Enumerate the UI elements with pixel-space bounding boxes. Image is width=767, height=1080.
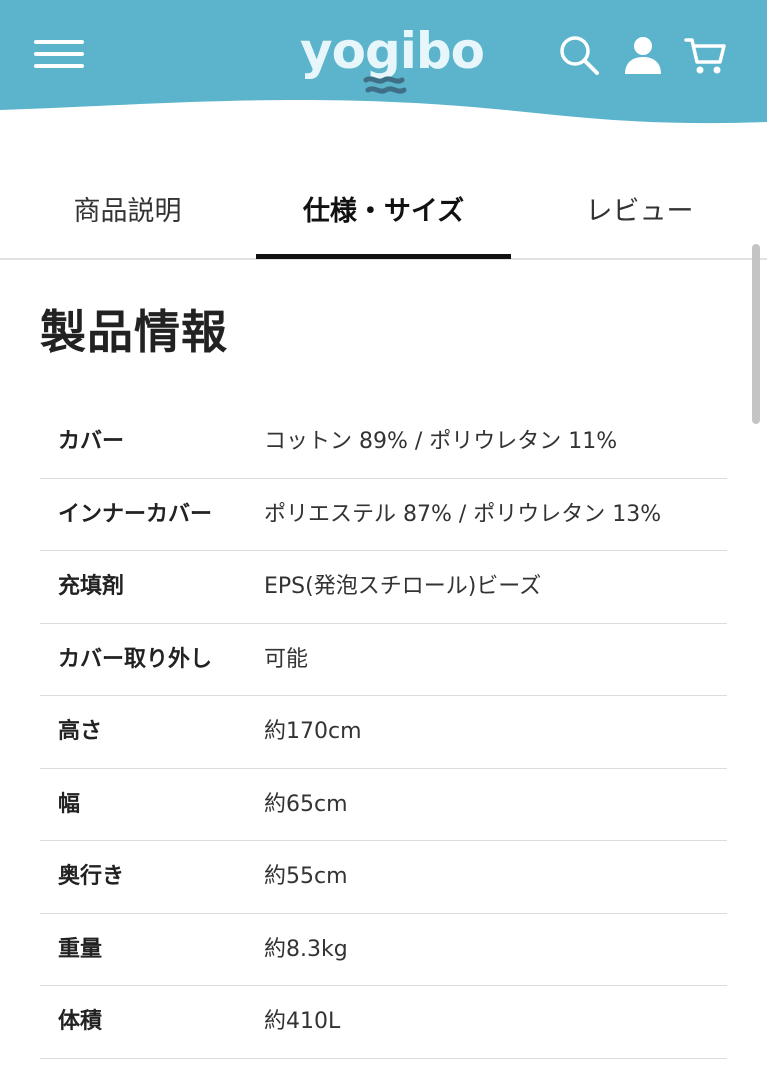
spec-value: 約8.3kg: [264, 936, 348, 962]
product-tabs: 商品説明 仕様・サイズ レビュー: [0, 170, 767, 260]
active-tab-indicator: [256, 254, 511, 259]
brand-logo[interactable]: yogibo: [300, 20, 485, 94]
scrollbar-thumb[interactable]: [752, 244, 760, 424]
spec-label: 奥行き: [58, 864, 125, 889]
spec-label: 高さ: [58, 719, 103, 744]
spec-value: 約170cm: [264, 719, 362, 744]
spec-row: 重量 約8.3kg: [40, 914, 727, 986]
spec-value: コットン 89% / ポリウレタン 11%: [264, 429, 618, 454]
spec-table: カバー コットン 89% / ポリウレタン 11% インナーカバー ポリエステル…: [40, 406, 727, 1059]
spec-row: カバー取り外し 可能: [40, 624, 727, 696]
spec-row: カバー コットン 89% / ポリウレタン 11%: [40, 406, 727, 479]
spec-label: 充填剤: [58, 574, 125, 599]
spec-label: 幅: [58, 791, 81, 817]
spec-row: 高さ 約170cm: [40, 696, 727, 769]
spec-row: 体積 約410L: [40, 986, 727, 1059]
spec-label: 重量: [58, 936, 103, 962]
spec-label: カバー: [58, 429, 125, 454]
spec-label: インナーカバー: [58, 501, 213, 527]
spec-row: インナーカバー ポリエステル 87% / ポリウレタン 13%: [40, 479, 727, 551]
spec-value: 約55cm: [264, 864, 348, 889]
spec-value: 約410L: [264, 1009, 341, 1034]
cart-icon[interactable]: [682, 32, 728, 78]
tab-specs-size[interactable]: 仕様・サイズ: [256, 170, 511, 258]
section-title: 製品情報: [40, 305, 228, 359]
spec-label: カバー取り外し: [58, 646, 213, 672]
spec-value: ポリエステル 87% / ポリウレタン 13%: [264, 501, 662, 527]
tab-description[interactable]: 商品説明: [0, 170, 255, 258]
spec-row: 幅 約65cm: [40, 769, 727, 841]
hamburger-menu-button[interactable]: [30, 34, 88, 74]
user-icon[interactable]: [620, 32, 666, 78]
spec-row: 奥行き 約55cm: [40, 841, 727, 914]
spec-label: 体積: [58, 1009, 103, 1034]
spec-value: EPS(発泡スチロール)ビーズ: [264, 574, 542, 599]
page: yogibo 商品説明 仕様・サイズ レビュー 製品情報 カバー コットン 89…: [0, 0, 767, 1080]
spec-value: 約65cm: [264, 791, 348, 817]
tab-reviews[interactable]: レビュー: [512, 170, 767, 258]
spec-row: 充填剤 EPS(発泡スチロール)ビーズ: [40, 551, 727, 624]
logo-squiggle: [363, 76, 407, 94]
search-icon[interactable]: [556, 32, 602, 78]
spec-value: 可能: [264, 646, 309, 672]
site-header: yogibo: [0, 0, 767, 130]
